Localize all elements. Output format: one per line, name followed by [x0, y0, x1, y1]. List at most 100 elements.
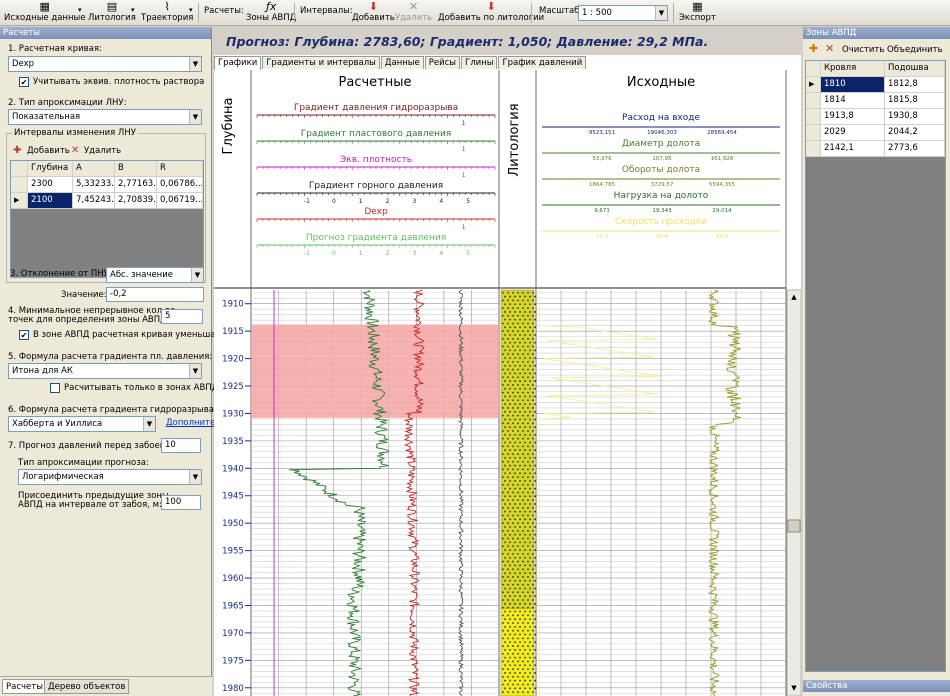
lithology-pattern: [512, 460, 514, 463]
lithology-pattern: [532, 453, 534, 455]
delete-interval-button[interactable]: ✕ Удалить: [395, 1, 432, 24]
row-header[interactable]: [806, 109, 821, 125]
zones-cell[interactable]: 2029: [821, 125, 885, 141]
tab-gradients[interactable]: Градиенты и интервалы: [262, 56, 380, 69]
lithology-pattern: [527, 629, 529, 632]
grid-header[interactable]: B: [115, 161, 157, 177]
tab-calcs[interactable]: Расчеты: [2, 679, 47, 694]
trajectory-button[interactable]: ⌇ Траектория: [141, 1, 193, 24]
lithology-pattern: [524, 649, 526, 651]
forecast-type-select[interactable]: Логарифмическая ▼: [18, 469, 202, 485]
lithology-pattern: [532, 637, 534, 640]
grid-cell[interactable]: 0,06786...: [157, 177, 203, 193]
only-avpd-checkbox[interactable]: [50, 383, 60, 393]
grid-cell[interactable]: 5,33233...: [73, 177, 115, 193]
grid-cell-selected[interactable]: 2100: [28, 193, 73, 209]
add-by-lithology-button[interactable]: ⬇ Добавить по литологии: [438, 1, 544, 24]
log-plot[interactable]: Глубина Расчетные Литология Исходные Градиен…: [214, 70, 801, 696]
value-input[interactable]: -0,2: [106, 287, 204, 302]
zones-cell[interactable]: 1930,8: [885, 109, 945, 125]
forecast-input[interactable]: 10: [161, 438, 201, 453]
tab-pressure-chart[interactable]: График давлений: [498, 56, 587, 69]
zones-cell[interactable]: 2142,1: [821, 141, 885, 157]
lithology-pattern: [507, 645, 509, 647]
grid-header[interactable]: R: [157, 161, 203, 177]
tab-charts[interactable]: Графики: [214, 56, 262, 70]
formula5-select[interactable]: Итона для АК ▼: [8, 363, 202, 379]
lithology-pattern: [514, 587, 516, 590]
lithology-pattern: [514, 495, 516, 498]
deviation-select[interactable]: Абс. значение ▼: [106, 267, 204, 283]
zones-cell[interactable]: 2044,2: [885, 125, 945, 141]
lithology-layer: [500, 607, 535, 696]
depth-label: 1970: [222, 629, 244, 639]
grid-header[interactable]: A: [73, 161, 115, 177]
formula6-select[interactable]: Хабберта и Уиллиса ▼: [8, 416, 156, 432]
lithology-pattern: [519, 433, 521, 436]
lithology-pattern: [534, 380, 536, 382]
add-interval-button[interactable]: ⬇ Добавить: [352, 1, 395, 24]
zones-cell[interactable]: 1814: [821, 93, 885, 109]
lithology-pattern: [522, 322, 524, 325]
approx-select[interactable]: Показательная ▼: [8, 109, 202, 125]
row-header[interactable]: [11, 177, 28, 193]
lithology-pattern: [517, 553, 519, 555]
zones-cell[interactable]: 1815,8: [885, 93, 945, 109]
lithology-pattern: [509, 572, 511, 575]
zones-cell[interactable]: 2773,6: [885, 141, 945, 157]
calc-curve-select[interactable]: Dexp ▼: [8, 56, 202, 72]
lithology-pattern: [514, 372, 516, 375]
lithology-pattern: [502, 591, 504, 594]
zones-cell-selected[interactable]: 1810: [821, 77, 885, 93]
row-header[interactable]: [806, 141, 821, 157]
grid-cell[interactable]: 2,70839...: [115, 193, 157, 209]
lithology-pattern: [534, 418, 536, 421]
lithology-pattern: [502, 468, 504, 471]
merge-button[interactable]: Объединить: [887, 45, 943, 55]
lithology-pattern: [522, 445, 524, 448]
zones-cell[interactable]: 1812,8: [885, 77, 945, 93]
lithology-button[interactable]: ▤ Литология: [88, 1, 136, 24]
density-checkbox[interactable]: ✔: [19, 77, 29, 87]
grid-header[interactable]: Глубина: [28, 161, 73, 177]
depth-label: 1965: [222, 601, 244, 611]
zones-cell[interactable]: 1913,8: [821, 109, 885, 125]
min-points-label-2: точек для определения зоны АВПД:: [8, 315, 170, 325]
scale-select[interactable]: 1 : 500 ▼: [578, 5, 668, 21]
tab-runs[interactable]: Рейсы: [424, 56, 461, 69]
tab-object-tree[interactable]: Дерево объектов: [44, 679, 130, 694]
lithology-pattern: [504, 533, 506, 536]
tab-data[interactable]: Данные: [380, 56, 424, 69]
lithology-pattern: [534, 357, 536, 359]
dropdown-arrow-icon[interactable]: ▾: [189, 6, 193, 14]
dropdown-arrow-icon[interactable]: ▾: [78, 6, 82, 14]
zones-header[interactable]: Подошва: [885, 61, 945, 77]
delete-interval-row-button[interactable]: Удалить: [84, 146, 121, 156]
input-data-button[interactable]: ▦ Исходные данные: [4, 1, 85, 24]
lithology-pattern: [529, 403, 531, 406]
row-header[interactable]: [806, 93, 821, 109]
grid-cell[interactable]: 2,77163...: [115, 177, 157, 193]
dropdown-arrow-icon[interactable]: ▾: [131, 6, 135, 14]
tab-clays[interactable]: Глины: [461, 56, 498, 69]
avpd-checkbox[interactable]: ✔: [19, 330, 29, 340]
lithology-pattern: [517, 414, 519, 417]
avpd-zones-button[interactable]: ƒx Зоны АВПД: [246, 1, 296, 24]
lithology-pattern: [524, 341, 526, 344]
delete-icon[interactable]: ✕: [825, 42, 834, 55]
lithology-pattern: [509, 579, 511, 582]
row-header[interactable]: [806, 125, 821, 141]
grid-cell[interactable]: 2300: [28, 177, 73, 193]
join-input[interactable]: 100: [161, 495, 201, 510]
grid-cell[interactable]: 7,45243...: [73, 193, 115, 209]
grid-cell[interactable]: 0,06719...: [157, 193, 203, 209]
zones-header[interactable]: Кровля: [821, 61, 885, 77]
lithology-pattern: [512, 360, 514, 363]
row-pointer-icon[interactable]: ▶: [806, 77, 821, 93]
row-pointer-icon[interactable]: ▶: [11, 193, 28, 209]
add-interval-row-button[interactable]: Добавить: [27, 146, 70, 156]
lithology-pattern: [512, 314, 514, 317]
export-button[interactable]: ▦ Экспорт: [679, 1, 716, 24]
min-points-input[interactable]: 5: [161, 309, 203, 324]
clear-button[interactable]: Очистить: [842, 45, 884, 55]
